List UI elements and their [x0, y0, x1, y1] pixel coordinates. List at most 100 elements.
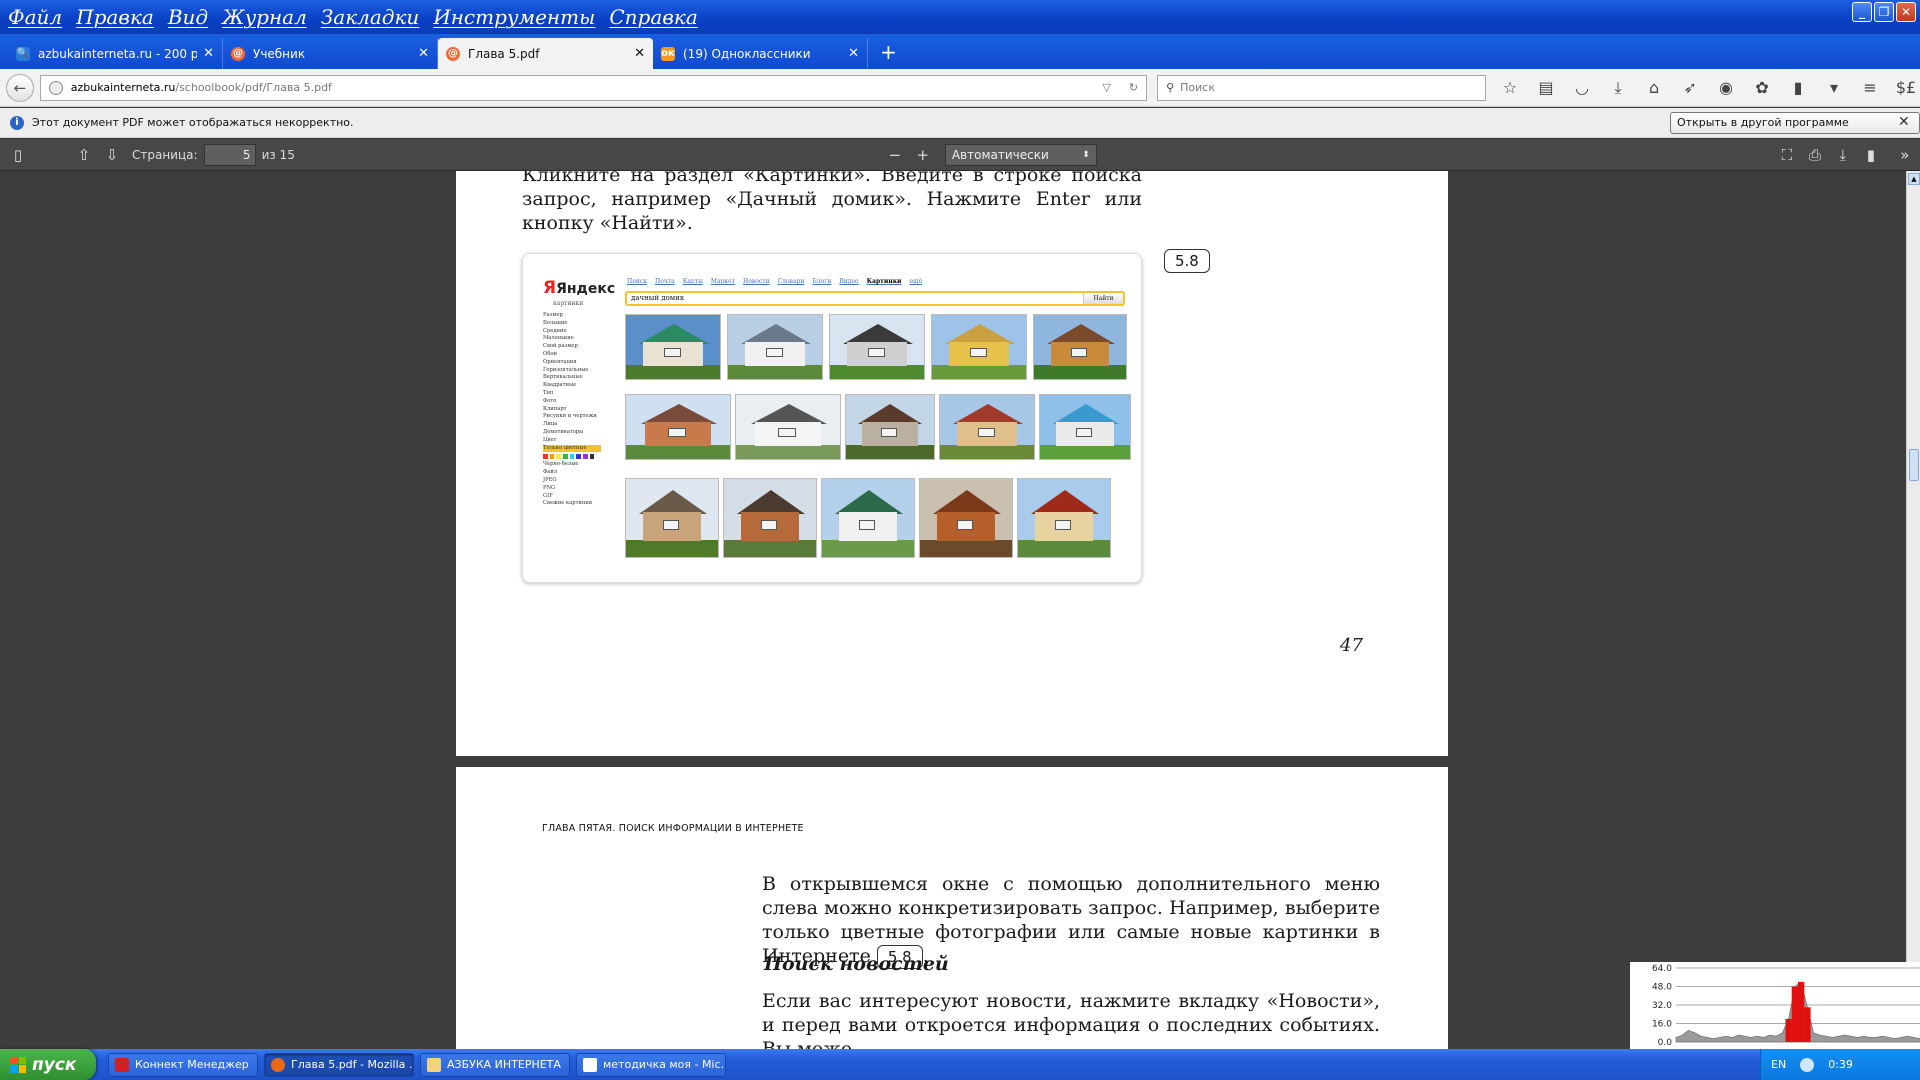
page-number-input[interactable]: 5 — [203, 143, 256, 166]
filter-item: Вертикальные — [543, 374, 583, 381]
section-subheading: Поиск новостей — [764, 953, 949, 975]
home-icon[interactable]: ⌂ — [1640, 74, 1668, 102]
close-tab-icon[interactable]: ✕ — [203, 46, 214, 61]
language-indicator[interactable]: EN — [1771, 1058, 1786, 1071]
filter-item: Большие — [543, 319, 568, 326]
filter-item: Тип — [543, 389, 554, 396]
zoom-out-icon[interactable]: − — [881, 141, 909, 169]
zoom-select[interactable]: Автоматически ⬍ — [944, 143, 1097, 166]
sidebar-toggle-icon[interactable]: ▯ — [4, 141, 32, 169]
filter-item: Обои — [543, 350, 557, 357]
reload-icon[interactable]: ↻ — [1129, 81, 1138, 94]
close-window-button[interactable]: ✕ — [1896, 2, 1916, 22]
task-label: АЗБУКА ИНТЕРНЕТА — [447, 1058, 561, 1071]
network-icon[interactable] — [1800, 1057, 1815, 1072]
task-firefox[interactable]: Глава 5.pdf - Mozilla ... — [264, 1052, 414, 1077]
yandex-logo-sub: картинки — [553, 300, 584, 307]
search-icon: ⚲ — [1166, 81, 1175, 94]
save-icon[interactable]: ⤓ — [1829, 141, 1857, 169]
house-photo-thumbnail — [1017, 478, 1111, 558]
connect-icon — [115, 1057, 129, 1072]
close-tab-icon[interactable]: ✕ — [418, 46, 429, 61]
currency-icon[interactable]: $£ — [1892, 74, 1920, 102]
menu-bookmarks[interactable]: Закладки — [321, 5, 420, 29]
bookmark-star-icon[interactable]: ☆ — [1496, 74, 1524, 102]
yandex-tab: Новости — [743, 278, 770, 285]
filter-item: Ориентация — [543, 358, 577, 365]
open-in-other-viewer-button[interactable]: Открыть в другой программе просмотра — [1670, 112, 1920, 149]
tab-uchebnik[interactable]: @ Учебник ✕ — [223, 38, 438, 69]
filter-item: Маленькие — [543, 335, 574, 342]
restore-button[interactable]: ❐ — [1874, 2, 1894, 22]
chat-icon[interactable]: ◉ — [1712, 74, 1740, 102]
task-connect-manager[interactable]: Коннект Менеджер — [108, 1052, 258, 1077]
extension-icon[interactable]: ✿ — [1748, 74, 1776, 102]
task-folder[interactable]: АЗБУКА ИНТЕРНЕТА — [420, 1052, 570, 1077]
filter-item: Квадратные — [543, 382, 577, 389]
tab-odnoklassniki[interactable]: ок (19) Одноклассники ✕ — [653, 38, 868, 69]
yandex-tab: ещё — [909, 278, 923, 285]
previous-page-icon[interactable]: ⇧ — [70, 141, 98, 169]
menu-edit[interactable]: Правка — [76, 5, 154, 29]
yandex-tabs: Поиск Почта Карты Маркет Новости Словари Блоги… — [627, 278, 922, 285]
close-icon[interactable]: ✕ — [1898, 114, 1910, 130]
filter-item: Горизонтальные — [543, 366, 589, 373]
windows-flag-icon — [10, 1056, 26, 1073]
minimize-button[interactable]: _ — [1852, 2, 1872, 22]
word-document-icon — [583, 1057, 597, 1072]
vertical-scrollbar[interactable]: ▲ ▼ — [1906, 171, 1920, 1049]
close-tab-icon[interactable]: ✕ — [848, 46, 859, 61]
yandex-filters: Размер Большие Средние Маленькие Свой размер… — [543, 312, 602, 508]
tools-chevron-icon[interactable]: » — [1891, 141, 1919, 169]
color-swatch — [556, 454, 562, 460]
toolbar-icons: ☆ ▤ ◡ ⤓ ⌂ ➶ ◉ ✿ ▮ ▾ ≡ $£ — [1496, 74, 1920, 102]
tab-glava5-pdf[interactable]: @ Глава 5.pdf ✕ — [438, 38, 653, 69]
pocket-icon[interactable]: ◡ — [1568, 74, 1596, 102]
address-bar[interactable]: azbukainterneta.ru/schoolbook/pdf/Глава … — [39, 74, 1148, 101]
menu-history[interactable]: Журнал — [222, 5, 307, 29]
scroll-thumb[interactable] — [1909, 449, 1919, 481]
menu-help[interactable]: Справка — [609, 5, 697, 29]
pdf-viewer[interactable]: Кликните на раздел «Картинки». Введите в… — [0, 171, 1906, 1049]
filter-item: Свой размер — [543, 343, 578, 350]
task-label: методичка моя - Mic... — [603, 1058, 726, 1071]
tab-label: Учебник — [253, 46, 306, 61]
bookmark-icon[interactable]: ▮ — [1857, 141, 1885, 169]
color-swatch — [583, 454, 588, 460]
print-icon[interactable]: ⎙ — [1801, 141, 1829, 169]
house-photo-thumbnail — [625, 478, 719, 558]
pdf-icon: @ — [446, 46, 460, 61]
badge-label: 5.8 — [1164, 249, 1210, 273]
window-controls: _ ❐ ✕ — [1852, 2, 1916, 22]
tab-strip: 🔍 azbukainterneta.ru - 200 рез... ✕ @ Уч… — [0, 34, 1920, 69]
chevron-down-icon[interactable]: ▾ — [1820, 74, 1848, 102]
search-input[interactable]: ⚲ Поиск — [1157, 74, 1487, 101]
firefox-icon — [271, 1057, 285, 1072]
zoom-in-icon[interactable]: + — [909, 141, 937, 169]
dropdown-arrow-icon[interactable]: ▽ — [1102, 81, 1110, 94]
menu-file[interactable]: Файл — [8, 5, 62, 29]
scroll-up-icon[interactable]: ▲ — [1908, 173, 1920, 185]
menu-bar: Файл Правка Вид Журнал Закладки Инструме… — [0, 0, 1920, 34]
clipboard-icon[interactable]: ▮ — [1784, 74, 1812, 102]
start-button[interactable]: пуск — [0, 1049, 96, 1080]
next-page-icon[interactable]: ⇩ — [98, 141, 126, 169]
filter-item: Файл — [543, 469, 558, 476]
close-tab-icon[interactable]: ✕ — [634, 46, 645, 61]
back-button[interactable]: ← — [6, 73, 34, 102]
menu-hamburger-icon[interactable]: ≡ — [1856, 74, 1884, 102]
y-tick-label: 16.0 — [1652, 1020, 1672, 1030]
new-tab-button[interactable]: + — [880, 38, 897, 69]
fullscreen-icon[interactable]: ⛶ — [1773, 141, 1801, 169]
tab-azbukainterneta[interactable]: 🔍 azbukainterneta.ru - 200 рез... ✕ — [8, 38, 223, 69]
tab-label: (19) Одноклассники — [683, 46, 811, 61]
bookmarks-list-icon[interactable]: ▤ — [1532, 74, 1560, 102]
send-icon[interactable]: ➶ — [1676, 74, 1704, 102]
task-word[interactable]: методичка моя - Mic... — [576, 1052, 726, 1077]
yandex-tab: Маркет — [710, 278, 736, 285]
download-icon[interactable]: ⤓ — [1604, 74, 1632, 102]
tab-label: Глава 5.pdf — [468, 46, 540, 61]
menu-view[interactable]: Вид — [168, 5, 208, 29]
menu-tools[interactable]: Инструменты — [433, 5, 595, 29]
yandex-tab: Блоги — [812, 278, 832, 285]
